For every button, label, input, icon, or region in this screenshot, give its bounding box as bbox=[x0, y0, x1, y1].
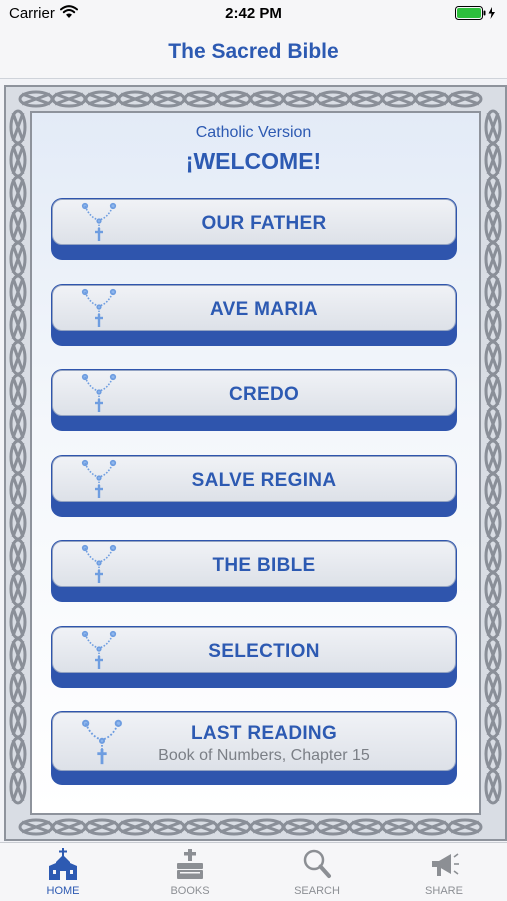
button-face: OUR FATHER bbox=[52, 199, 456, 245]
salve-regina-button[interactable]: SALVE REGINA bbox=[51, 455, 457, 517]
button-face: SALVE REGINA bbox=[52, 456, 456, 502]
tab-bar: HOME BOOKS SEARCH SHARE bbox=[0, 842, 507, 901]
church-icon bbox=[49, 848, 77, 880]
tab-label: SEARCH bbox=[294, 885, 340, 897]
selection-button[interactable]: SELECTION bbox=[51, 626, 457, 688]
tab-books[interactable]: BOOKS bbox=[127, 843, 253, 901]
tab-home[interactable]: HOME bbox=[0, 843, 126, 901]
credo-button[interactable]: CREDO bbox=[51, 369, 457, 431]
button-label: THE BIBLE bbox=[212, 555, 316, 576]
button-label: OUR FATHER bbox=[201, 213, 327, 234]
battery-icon bbox=[455, 6, 495, 20]
megaphone-icon bbox=[432, 853, 459, 876]
status-time: 2:42 PM bbox=[225, 5, 282, 22]
button-label: SELECTION bbox=[208, 641, 320, 662]
last-reading-detail: Book of Numbers, Chapter 15 bbox=[158, 747, 370, 764]
page-title: The Sacred Bible bbox=[168, 40, 339, 63]
tab-search[interactable]: SEARCH bbox=[254, 843, 380, 901]
button-label: LAST READING bbox=[190, 723, 338, 744]
the-bible-button[interactable]: THE BIBLE bbox=[51, 540, 457, 602]
search-icon bbox=[303, 849, 331, 878]
button-face: THE BIBLE bbox=[52, 541, 456, 587]
button-face: LAST READING Book of Numbers, Chapter 15 bbox=[52, 712, 456, 771]
books-icon bbox=[177, 849, 203, 879]
tab-label: BOOKS bbox=[170, 885, 210, 897]
version-label: Catholic Version bbox=[195, 124, 312, 141]
button-face: AVE MARIA bbox=[52, 285, 456, 331]
our-father-button[interactable]: OUR FATHER bbox=[51, 198, 457, 260]
button-face: SELECTION bbox=[52, 627, 456, 673]
status-bar: Carrier 2:42 PM bbox=[0, 0, 507, 28]
last-reading-button[interactable]: LAST READING Book of Numbers, Chapter 15 bbox=[51, 711, 457, 785]
welcome-heading: ¡WELCOME! bbox=[185, 148, 322, 174]
button-label: CREDO bbox=[228, 384, 300, 405]
tab-label: SHARE bbox=[425, 885, 463, 897]
button-label: SALVE REGINA bbox=[191, 470, 337, 491]
button-face: CREDO bbox=[52, 370, 456, 416]
navigation-bar: The Sacred Bible bbox=[0, 28, 507, 79]
ave-maria-button[interactable]: AVE MARIA bbox=[51, 284, 457, 346]
tab-share[interactable]: SHARE bbox=[381, 843, 507, 901]
tab-label: HOME bbox=[46, 885, 80, 897]
button-label: AVE MARIA bbox=[210, 299, 318, 320]
